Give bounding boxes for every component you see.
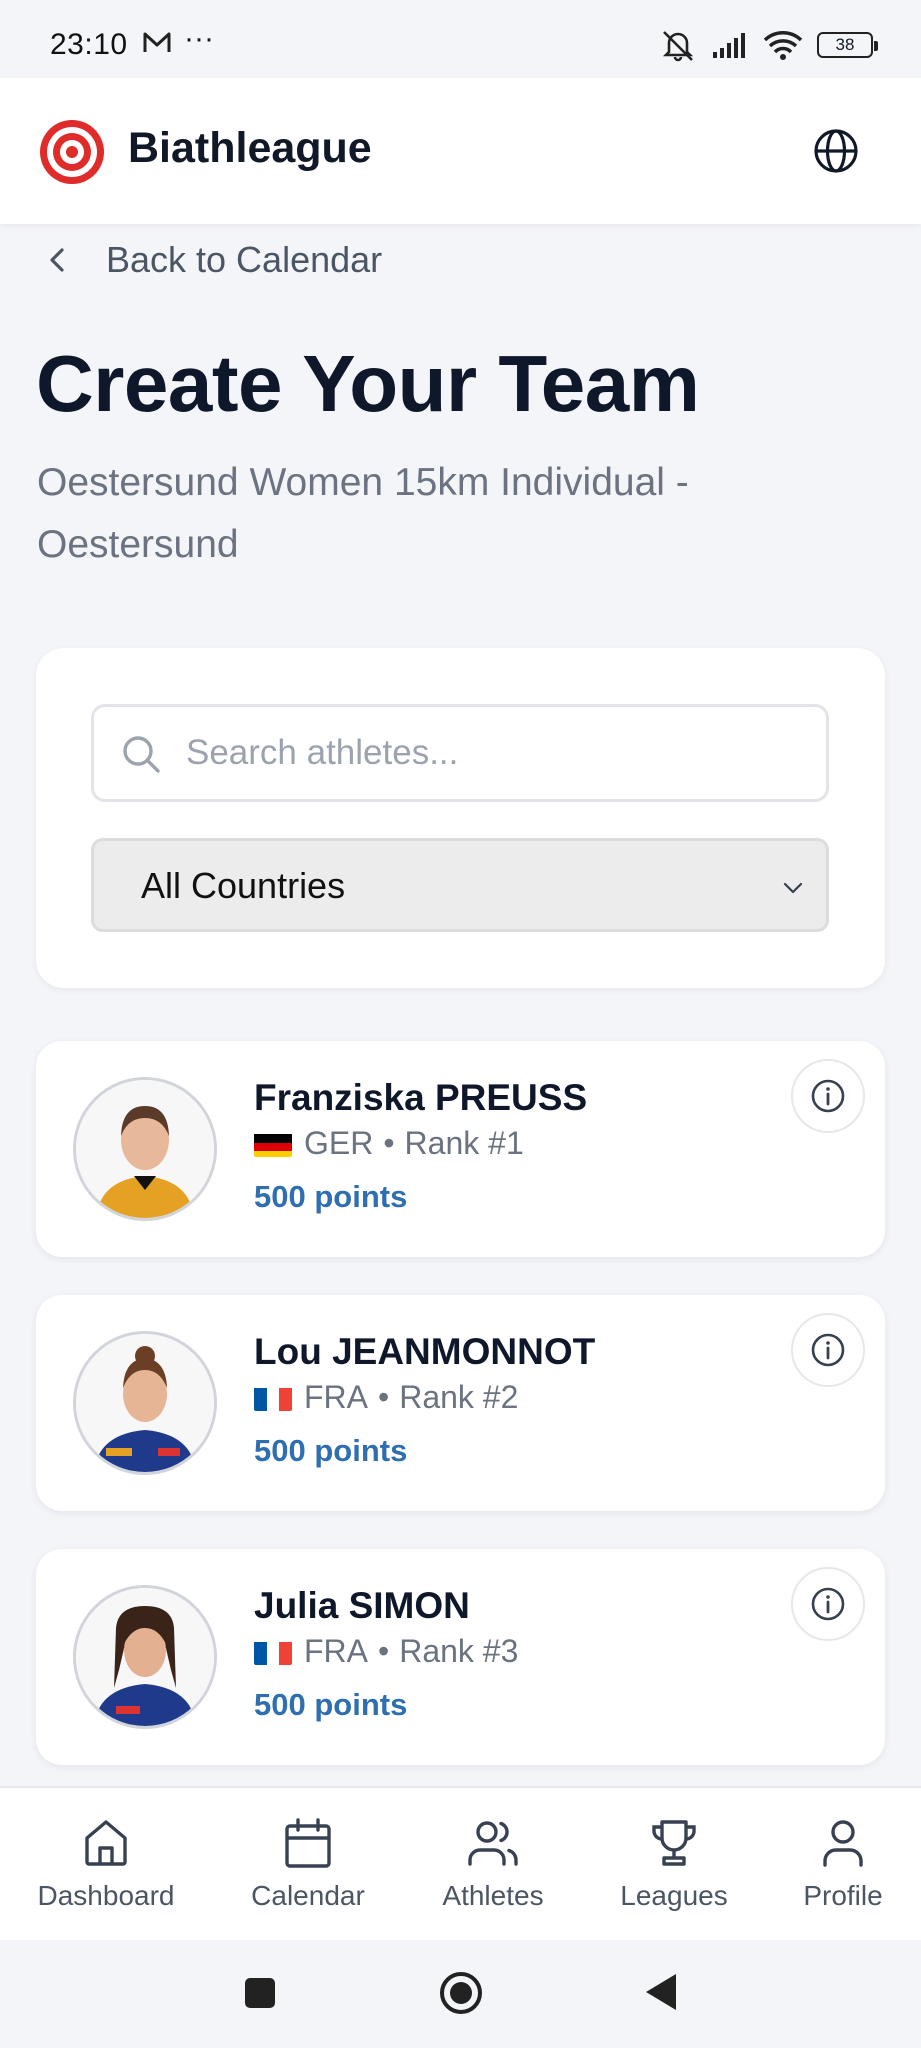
- search-input[interactable]: [186, 707, 806, 799]
- app-header: Biathleague: [0, 78, 921, 224]
- search-box[interactable]: [91, 704, 829, 802]
- info-icon: [811, 1587, 845, 1621]
- nav-label: Athletes: [442, 1880, 544, 1911]
- athlete-name: Lou JEANMONNOT: [254, 1331, 596, 1372]
- nav-label: Dashboard: [37, 1880, 175, 1911]
- nav-profile[interactable]: Profile: [796, 1788, 890, 1942]
- status-icons: 38: [659, 28, 878, 62]
- meta-separator: •: [378, 1379, 390, 1415]
- athlete-country: GER: [304, 1125, 374, 1161]
- back-to-calendar-link[interactable]: Back to Calendar: [44, 236, 382, 284]
- home-icon: [85, 1820, 127, 1866]
- athlete-meta: GER • Rank #1: [254, 1125, 524, 1162]
- system-navigation-bar: [0, 1940, 921, 2048]
- athlete-points: 500 points: [254, 1687, 408, 1722]
- brand-name[interactable]: Biathleague: [128, 124, 372, 173]
- athlete-card[interactable]: Franziska PREUSS GER • Rank #1 500 point…: [36, 1041, 885, 1257]
- chevron-left-icon: [50, 248, 64, 272]
- nav-dashboard[interactable]: Dashboard: [36, 1788, 176, 1942]
- home-button-icon[interactable]: [438, 1970, 484, 2016]
- trophy-icon: [652, 1820, 696, 1866]
- athlete-rank: Rank #2: [399, 1379, 519, 1415]
- info-button[interactable]: [791, 1313, 865, 1387]
- athlete-avatar: [73, 1077, 217, 1221]
- meta-separator: •: [383, 1125, 395, 1161]
- athlete-points: 500 points: [254, 1179, 408, 1214]
- users-icon: [468, 1821, 518, 1866]
- status-bar: 23:10 ··· 38: [0, 0, 921, 78]
- germany-flag-icon: [254, 1131, 292, 1157]
- wifi-icon: [763, 31, 803, 60]
- target-logo-icon[interactable]: [38, 118, 106, 186]
- back-button-icon[interactable]: [644, 1972, 678, 2012]
- athlete-card[interactable]: Lou JEANMONNOT FRA • Rank #2 500 points: [36, 1295, 885, 1511]
- athlete-name: Franziska PREUSS: [254, 1077, 588, 1118]
- nav-label: Calendar: [251, 1880, 365, 1911]
- page-title: Create Your Team: [36, 339, 700, 428]
- recent-apps-icon[interactable]: [243, 1976, 277, 2010]
- back-link-label: Back to Calendar: [106, 239, 383, 280]
- more-notifications-icon: ···: [184, 22, 214, 55]
- nav-athletes[interactable]: Athletes: [434, 1788, 552, 1942]
- nav-label: Profile: [803, 1880, 883, 1911]
- globe-language-icon[interactable]: [813, 128, 859, 174]
- france-flag-icon: [254, 1639, 292, 1665]
- mute-icon: [662, 31, 694, 62]
- status-time: 23:10: [50, 28, 128, 61]
- signal-icon: [713, 33, 745, 58]
- france-flag-icon: [254, 1385, 292, 1411]
- info-button[interactable]: [791, 1567, 865, 1641]
- athlete-card[interactable]: Julia SIMON FRA • Rank #3 500 points: [36, 1549, 885, 1765]
- info-button[interactable]: [791, 1059, 865, 1133]
- filter-card: All Countries: [36, 648, 885, 988]
- athlete-rank: Rank #1: [404, 1125, 524, 1161]
- athlete-rank: Rank #3: [399, 1633, 519, 1669]
- meta-separator: •: [378, 1633, 390, 1669]
- bottom-navigation: Dashboard Calendar Athletes Leagues Prof…: [0, 1786, 921, 1940]
- nav-label: Leagues: [620, 1880, 728, 1911]
- nav-calendar[interactable]: Calendar: [246, 1788, 370, 1942]
- user-icon: [823, 1820, 863, 1867]
- athlete-avatar: [73, 1331, 217, 1475]
- athlete-avatar: [73, 1585, 217, 1729]
- calendar-icon: [285, 1818, 331, 1868]
- info-icon: [811, 1333, 845, 1367]
- mail-icon: [142, 30, 172, 62]
- country-select-value: All Countries: [141, 865, 346, 906]
- page-subtitle: Oestersund Women 15km Individual - Oeste…: [37, 461, 689, 566]
- athlete-name: Julia SIMON: [254, 1585, 470, 1626]
- info-icon: [811, 1079, 845, 1113]
- search-icon: [123, 736, 160, 773]
- battery-icon: 38: [817, 32, 878, 58]
- athlete-country: FRA: [304, 1379, 368, 1415]
- athlete-country: FRA: [304, 1633, 368, 1669]
- country-select[interactable]: All Countries: [91, 838, 829, 932]
- athlete-meta: FRA • Rank #2: [254, 1379, 518, 1416]
- athlete-meta: FRA • Rank #3: [254, 1633, 518, 1670]
- nav-leagues[interactable]: Leagues: [614, 1788, 734, 1942]
- chevron-down-icon: [783, 882, 803, 894]
- athlete-points: 500 points: [254, 1433, 408, 1468]
